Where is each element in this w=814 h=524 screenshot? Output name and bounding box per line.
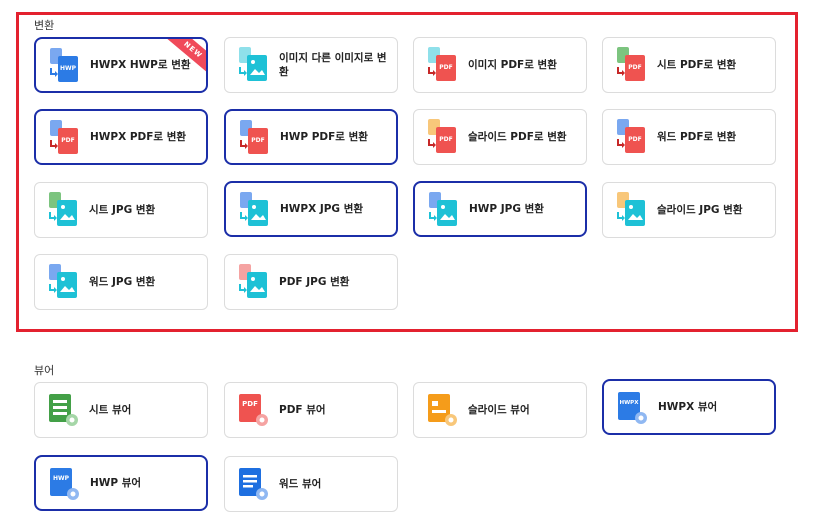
section-title-viewer: 뷰어 bbox=[34, 364, 55, 377]
svg-text:HWP: HWP bbox=[53, 475, 70, 482]
card-image-to-image[interactable]: 이미지 다른 이미지로 변환 bbox=[224, 37, 398, 93]
card-hwpx-to-jpg[interactable]: HWPX JPG 변환 bbox=[224, 181, 398, 237]
card-label: HWPX HWP로 변환 bbox=[90, 59, 191, 71]
pdf-viewer-icon: PDF bbox=[239, 394, 268, 426]
hwpx-pdf-icon: PDF bbox=[50, 120, 78, 154]
card-slide-to-pdf[interactable]: PDF 슬라이드 PDF로 변환 bbox=[413, 109, 587, 165]
card-label: HWP 뷰어 bbox=[90, 477, 142, 489]
card-label: HWPX JPG 변환 bbox=[280, 203, 364, 215]
card-label: HWPX PDF로 변환 bbox=[90, 131, 187, 143]
slide-viewer-icon bbox=[428, 394, 457, 426]
card-image-to-pdf[interactable]: PDF 이미지 PDF로 변환 bbox=[413, 37, 587, 93]
hwp-viewer-icon: HWP bbox=[50, 468, 79, 500]
card-label: HWP PDF로 변환 bbox=[280, 131, 368, 143]
word-viewer-icon bbox=[239, 468, 268, 500]
word-pdf-icon: PDF bbox=[617, 119, 645, 153]
card-slide-viewer[interactable]: 슬라이드 뷰어 bbox=[413, 382, 587, 438]
card-pdf-viewer[interactable]: PDF PDF 뷰어 bbox=[224, 382, 398, 438]
svg-text:HWP: HWP bbox=[60, 65, 77, 72]
word-jpg-icon bbox=[49, 264, 77, 298]
card-label: PDF 뷰어 bbox=[279, 404, 326, 416]
svg-text:PDF: PDF bbox=[251, 137, 264, 144]
hwpx-viewer-icon: HWPX bbox=[618, 392, 647, 424]
card-word-to-jpg[interactable]: 워드 JPG 변환 bbox=[34, 254, 208, 310]
card-label: PDF JPG 변환 bbox=[279, 276, 350, 288]
slide-pdf-icon: PDF bbox=[428, 119, 456, 153]
svg-text:PDF: PDF bbox=[628, 136, 641, 143]
hwp-jpg-icon bbox=[429, 192, 457, 226]
hwpx-jpg-icon bbox=[240, 192, 268, 226]
svg-text:PDF: PDF bbox=[242, 400, 258, 408]
image-convert-icon bbox=[239, 47, 267, 81]
sheet-viewer-icon bbox=[49, 394, 78, 426]
card-sheet-to-jpg[interactable]: 시트 JPG 변환 bbox=[34, 182, 208, 238]
card-label: 슬라이드 PDF로 변환 bbox=[468, 131, 567, 143]
card-hwpx-viewer[interactable]: HWPX HWPX 뷰어 bbox=[602, 379, 776, 435]
card-hwp-to-jpg[interactable]: HWP JPG 변환 bbox=[413, 181, 587, 237]
image-pdf-icon: PDF bbox=[428, 47, 456, 81]
card-label: 이미지 다른 이미지로 변환 bbox=[279, 52, 387, 78]
card-hwpx-to-hwp[interactable]: NEW HWP HWPX HWP로 변환 bbox=[34, 37, 208, 93]
card-hwp-to-pdf[interactable]: PDF HWP PDF로 변환 bbox=[224, 109, 398, 165]
hwp-convert-icon: HWP bbox=[50, 48, 78, 82]
card-label: 워드 JPG 변환 bbox=[89, 276, 156, 288]
svg-text:PDF: PDF bbox=[628, 64, 641, 71]
card-label: 시트 PDF로 변환 bbox=[657, 59, 737, 71]
sheet-jpg-icon bbox=[49, 192, 77, 226]
card-hwp-viewer[interactable]: HWP HWP 뷰어 bbox=[34, 455, 208, 511]
slide-jpg-icon bbox=[617, 192, 645, 226]
card-label: 슬라이드 뷰어 bbox=[468, 404, 530, 416]
card-label: 시트 뷰어 bbox=[89, 404, 132, 416]
svg-text:PDF: PDF bbox=[61, 137, 74, 144]
card-hwpx-to-pdf[interactable]: PDF HWPX PDF로 변환 bbox=[34, 109, 208, 165]
svg-text:HWPX: HWPX bbox=[620, 400, 640, 406]
card-label: 워드 PDF로 변환 bbox=[657, 131, 737, 143]
card-label: 이미지 PDF로 변환 bbox=[468, 59, 557, 71]
card-label: 시트 JPG 변환 bbox=[89, 204, 156, 216]
sheet-pdf-icon: PDF bbox=[617, 47, 645, 81]
svg-text:PDF: PDF bbox=[439, 136, 452, 143]
card-word-viewer[interactable]: 워드 뷰어 bbox=[224, 456, 398, 512]
card-sheet-to-pdf[interactable]: PDF 시트 PDF로 변환 bbox=[602, 37, 776, 93]
hwp-pdf-icon: PDF bbox=[240, 120, 268, 154]
card-label: 워드 뷰어 bbox=[279, 478, 322, 490]
card-pdf-to-jpg[interactable]: PDF JPG 변환 bbox=[224, 254, 398, 310]
svg-text:PDF: PDF bbox=[439, 64, 452, 71]
pdf-jpg-icon bbox=[239, 264, 267, 298]
card-label: HWPX 뷰어 bbox=[658, 401, 718, 413]
card-label: 슬라이드 JPG 변환 bbox=[657, 204, 743, 216]
card-label: HWP JPG 변환 bbox=[469, 203, 544, 215]
card-slide-to-jpg[interactable]: 슬라이드 JPG 변환 bbox=[602, 182, 776, 238]
card-sheet-viewer[interactable]: 시트 뷰어 bbox=[34, 382, 208, 438]
card-word-to-pdf[interactable]: PDF 워드 PDF로 변환 bbox=[602, 109, 776, 165]
